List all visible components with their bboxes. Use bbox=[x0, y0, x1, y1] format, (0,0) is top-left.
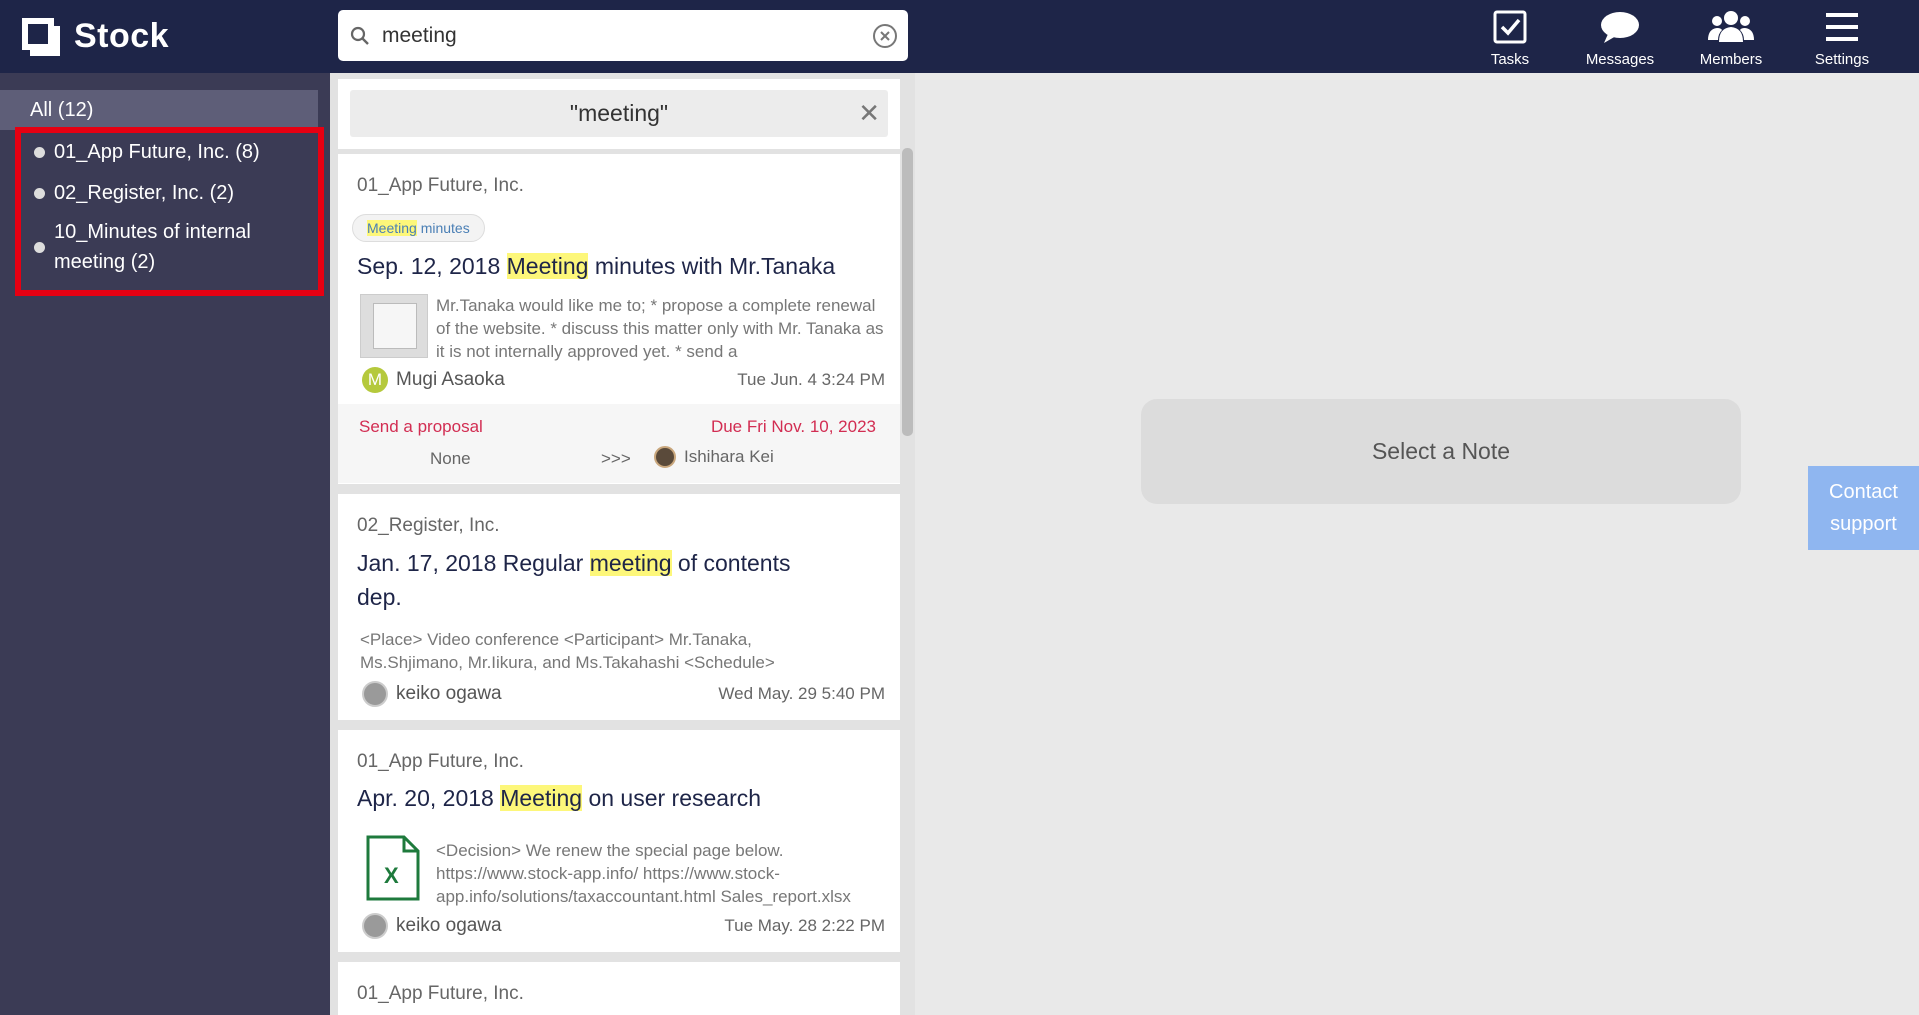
note-card[interactable]: 01_App Future, Inc. Apr. 20, 2018 Meetin… bbox=[338, 730, 900, 952]
note-folder-label: 01_App Future, Inc. bbox=[357, 983, 524, 1004]
author-name: keiko ogawa bbox=[396, 683, 502, 704]
nav-messages-label: Messages bbox=[1585, 51, 1655, 68]
nav-settings-label: Settings bbox=[1814, 51, 1870, 68]
note-thumbnail bbox=[360, 294, 428, 358]
nav-tasks[interactable]: Tasks bbox=[1460, 0, 1560, 73]
avatar bbox=[654, 446, 676, 468]
nav-members-label: Members bbox=[1699, 51, 1763, 68]
search-filter-chip: "meeting" ✕ bbox=[350, 90, 888, 137]
filter-text: "meeting" bbox=[569, 100, 669, 126]
avatar bbox=[362, 681, 388, 707]
note-snippet: <Place> Video conference <Participant> M… bbox=[360, 630, 775, 672]
title-text: Jan. 17, 2018 Regular bbox=[357, 550, 590, 576]
search-icon bbox=[350, 26, 369, 45]
note-timestamp: Wed May. 29 5:40 PM bbox=[718, 684, 885, 703]
excel-file-letter: X bbox=[384, 863, 399, 888]
task-label: Send a proposal bbox=[359, 417, 483, 436]
title-text: minutes with Mr.Tanaka bbox=[588, 253, 836, 279]
note-snippet: Mr.Tanaka would like me to; * propose a … bbox=[436, 296, 884, 361]
nav-tasks-label: Tasks bbox=[1490, 51, 1530, 68]
highlight-annotation-box bbox=[15, 127, 324, 296]
app-name: Stock bbox=[74, 17, 170, 55]
note-snippet: <Decision> We renew the special page bel… bbox=[436, 841, 851, 906]
note-folder-label: 02_Register, Inc. bbox=[357, 515, 500, 536]
note-task[interactable]: Send a proposal Due Fri Nov. 10, 2023 No… bbox=[338, 404, 900, 483]
title-highlight: Meeting bbox=[506, 253, 589, 279]
note-author: M Mugi Asaoka bbox=[362, 367, 505, 393]
nav-messages[interactable]: Messages bbox=[1570, 0, 1670, 73]
nav-settings[interactable]: Settings bbox=[1792, 0, 1892, 73]
note-author: keiko ogawa bbox=[362, 913, 502, 939]
checkbox-icon bbox=[1493, 10, 1527, 44]
note-timestamp: Tue Jun. 4 3:24 PM bbox=[737, 370, 885, 389]
stock-logo-icon bbox=[22, 17, 60, 56]
nav-members[interactable]: Members bbox=[1681, 0, 1781, 73]
close-filter-icon[interactable]: ✕ bbox=[858, 90, 880, 137]
title-highlight: meeting bbox=[589, 550, 672, 576]
note-title: Sep. 12, 2018 Meeting minutes with Mr.Ta… bbox=[357, 249, 857, 283]
folder-all[interactable]: All (12) bbox=[0, 90, 318, 130]
speech-bubble-icon bbox=[1601, 12, 1639, 43]
task-due-date: Due Fri Nov. 10, 2023 bbox=[710, 417, 876, 436]
contact-support-button[interactable]: Contact support bbox=[1808, 466, 1919, 550]
task-arrows: >>> bbox=[601, 449, 631, 468]
clear-search-icon[interactable] bbox=[872, 23, 898, 49]
note-timestamp: Tue May. 28 2:22 PM bbox=[724, 916, 885, 935]
assignee-name: Ishihara Kei bbox=[684, 447, 774, 466]
note-card[interactable]: 02_Register, Inc. Jan. 17, 2018 Regular … bbox=[338, 494, 900, 720]
author-name: keiko ogawa bbox=[396, 915, 502, 936]
title-text: Sep. 12, 2018 bbox=[357, 253, 507, 279]
tag-highlight: Meeting bbox=[367, 220, 417, 236]
note-card[interactable]: 01_App Future, Inc. Meeting minutes Sep.… bbox=[338, 154, 900, 484]
author-name: Mugi Asaoka bbox=[396, 369, 505, 390]
title-text: on user research bbox=[582, 785, 762, 811]
search-input[interactable] bbox=[382, 18, 842, 53]
people-icon bbox=[1708, 11, 1754, 42]
search-bar[interactable] bbox=[338, 10, 908, 61]
hamburger-icon bbox=[1826, 13, 1858, 41]
avatar: M bbox=[362, 367, 388, 393]
app-logo[interactable]: Stock bbox=[22, 17, 169, 56]
top-header: Stock Tasks Messages bbox=[0, 0, 1919, 73]
title-highlight: Meeting bbox=[500, 785, 583, 811]
note-author: keiko ogawa bbox=[362, 681, 502, 707]
note-folder-label: 01_App Future, Inc. bbox=[357, 751, 524, 772]
note-tag[interactable]: Meeting minutes bbox=[352, 214, 485, 242]
note-title: Jan. 17, 2018 Regular meeting of content… bbox=[357, 546, 817, 614]
note-title: Apr. 20, 2018 Meeting on user research bbox=[357, 781, 857, 815]
search-filter-bar: "meeting" ✕ bbox=[338, 79, 900, 149]
task-from: None bbox=[430, 449, 471, 468]
note-folder-label: 01_App Future, Inc. bbox=[357, 175, 524, 196]
note-list: "meeting" ✕ 01_App Future, Inc. Meeting … bbox=[330, 73, 915, 1015]
select-note-placeholder: Select a Note bbox=[1141, 399, 1741, 504]
list-scrollbar[interactable] bbox=[902, 148, 913, 436]
note-detail-panel: Select a Note bbox=[915, 73, 1919, 1015]
tag-rest: minutes bbox=[416, 220, 470, 236]
task-assignee: Ishihara Kei bbox=[654, 446, 774, 468]
title-text: Apr. 20, 2018 bbox=[357, 785, 501, 811]
avatar bbox=[362, 913, 388, 939]
note-card[interactable]: 01_App Future, Inc. bbox=[338, 962, 900, 1015]
